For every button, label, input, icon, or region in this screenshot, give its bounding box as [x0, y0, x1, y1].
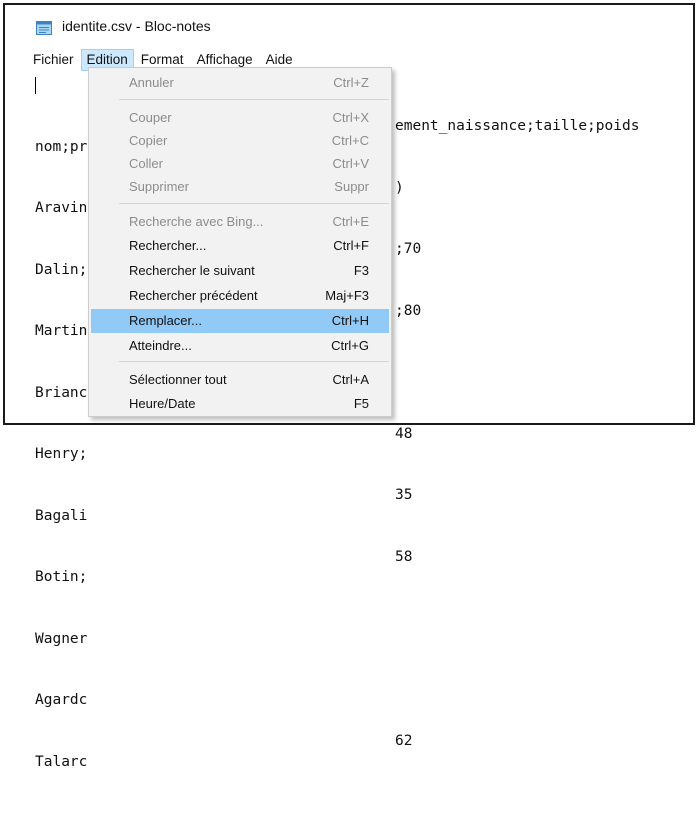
- menu-item-rechercher-precedent[interactable]: Rechercher précédent Maj+F3: [91, 284, 389, 307]
- editor-line-tail: ement_naissance;taille;poids: [395, 118, 640, 134]
- menu-separator: [119, 361, 389, 362]
- menu-item-rechercher[interactable]: Rechercher... Ctrl+F: [91, 234, 389, 257]
- edition-menu-dropdown: Annuler Ctrl+Z Couper Ctrl+X Copier Ctrl…: [88, 67, 392, 417]
- text-editor-right: ement_naissance;taille;poids ) ;70 ;80 4…: [395, 75, 693, 749]
- menu-item-recherche-bing[interactable]: Recherche avec Bing... Ctrl+E: [91, 210, 389, 233]
- menu-item-atteindre[interactable]: Atteindre... Ctrl+G: [91, 334, 389, 357]
- editor-line-tail: ;70: [395, 241, 422, 257]
- menu-item-couper[interactable]: Couper Ctrl+X: [91, 106, 389, 129]
- editor-line-tail: 62: [395, 733, 413, 749]
- menu-item-selectionner-tout[interactable]: Sélectionner tout Ctrl+A: [91, 368, 389, 391]
- title-bar[interactable]: identite.csv - Bloc-notes: [5, 5, 693, 41]
- editor-line: Agardc: [35, 692, 88, 708]
- menu-item-remplacer[interactable]: Remplacer... Ctrl+H: [91, 309, 389, 333]
- menu-separator: [119, 99, 389, 100]
- menu-fichier[interactable]: Fichier: [27, 49, 80, 71]
- editor-line: Bagali: [35, 507, 88, 524]
- menu-item-supprimer[interactable]: Supprimer Suppr: [91, 175, 389, 198]
- editor-line-tail: 48: [395, 425, 413, 442]
- editor-line-tail: [395, 670, 693, 691]
- window-title: identite.csv - Bloc-notes: [62, 18, 211, 34]
- menu-item-coller[interactable]: Coller Ctrl+V: [91, 152, 389, 175]
- menu-item-annuler[interactable]: Annuler Ctrl+Z: [91, 71, 389, 94]
- menu-item-rechercher-suivant[interactable]: Rechercher le suivant F3: [91, 259, 389, 282]
- editor-line-tail: [395, 608, 693, 629]
- editor-line: Wagner: [35, 630, 88, 647]
- editor-line: Botin;: [35, 569, 88, 585]
- text-caret: [35, 77, 36, 94]
- editor-line-tail: [395, 362, 693, 383]
- editor-line: Henry;: [35, 446, 88, 462]
- editor-line-tail: ;80: [395, 302, 422, 319]
- editor-line-tail: ): [395, 179, 404, 196]
- notepad-icon: [36, 21, 52, 35]
- menu-item-copier[interactable]: Copier Ctrl+C: [91, 129, 389, 152]
- editor-line-tail: 58: [395, 548, 413, 565]
- menu-item-heure-date[interactable]: Heure/Date F5: [91, 392, 389, 415]
- menu-separator: [119, 203, 389, 204]
- editor-line-tail: 35: [395, 487, 413, 503]
- editor-line: Talarc: [35, 753, 88, 770]
